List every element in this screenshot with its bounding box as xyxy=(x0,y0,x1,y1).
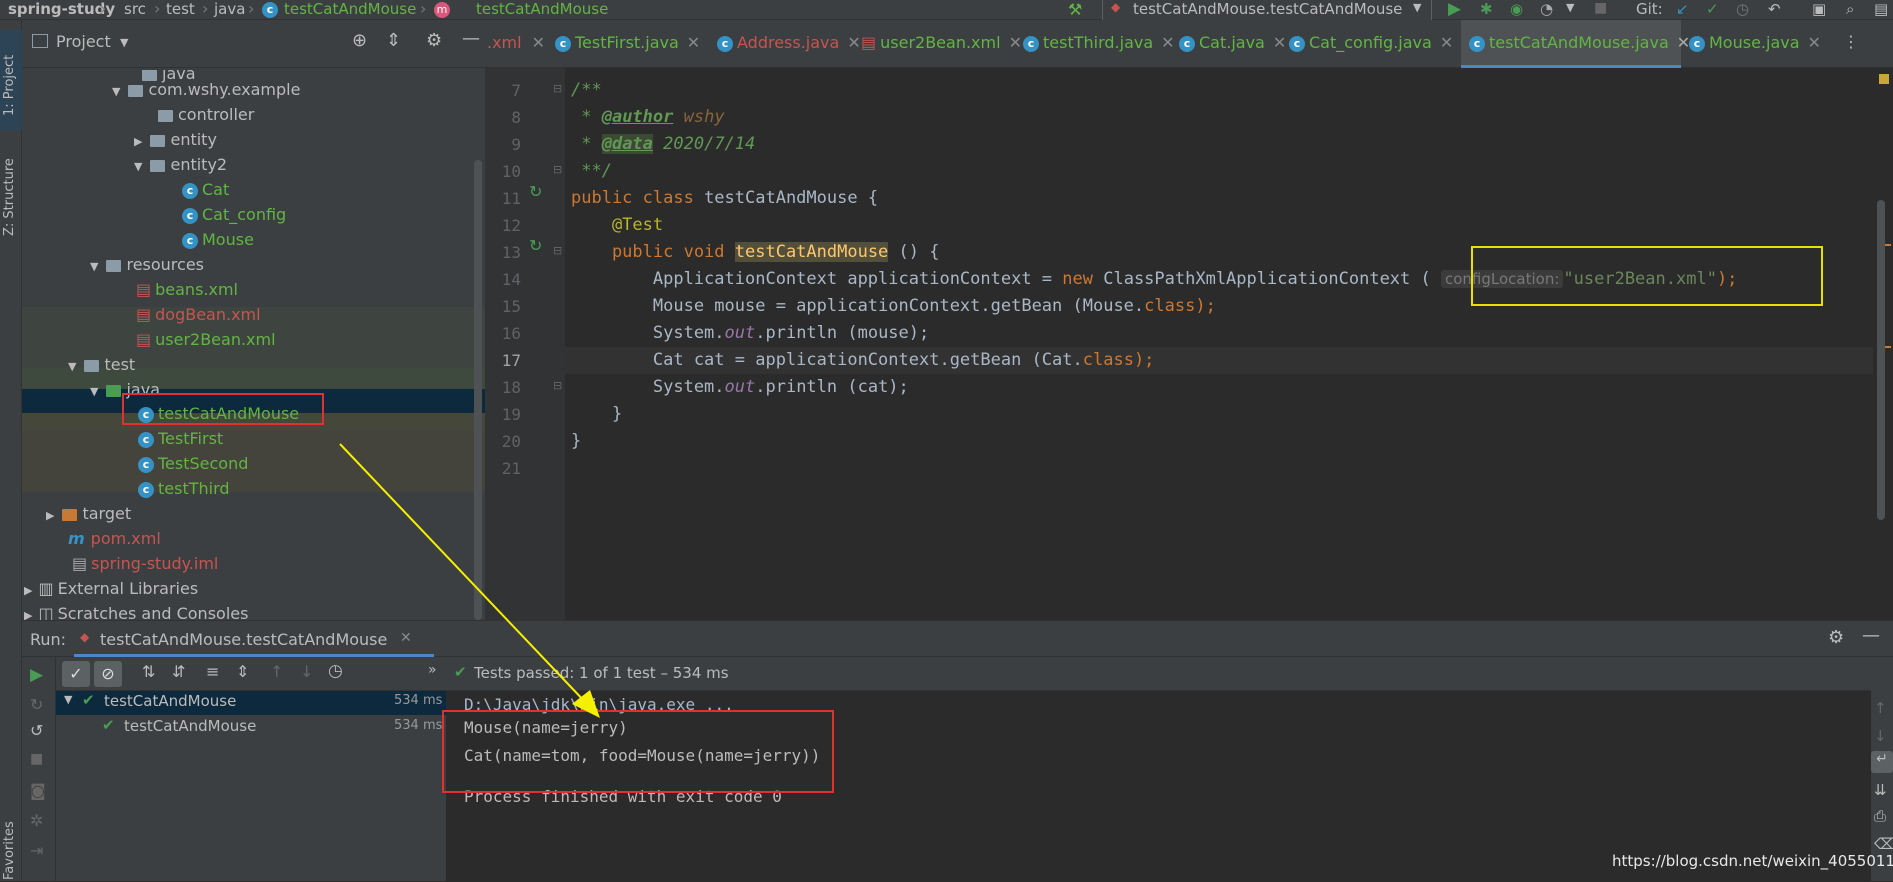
arrow-head xyxy=(572,690,600,718)
watermark: https://blog.csdn.net/weixin_40550118 xyxy=(1612,852,1893,870)
annotation-arrow xyxy=(339,443,600,718)
arrow-line xyxy=(339,443,589,706)
